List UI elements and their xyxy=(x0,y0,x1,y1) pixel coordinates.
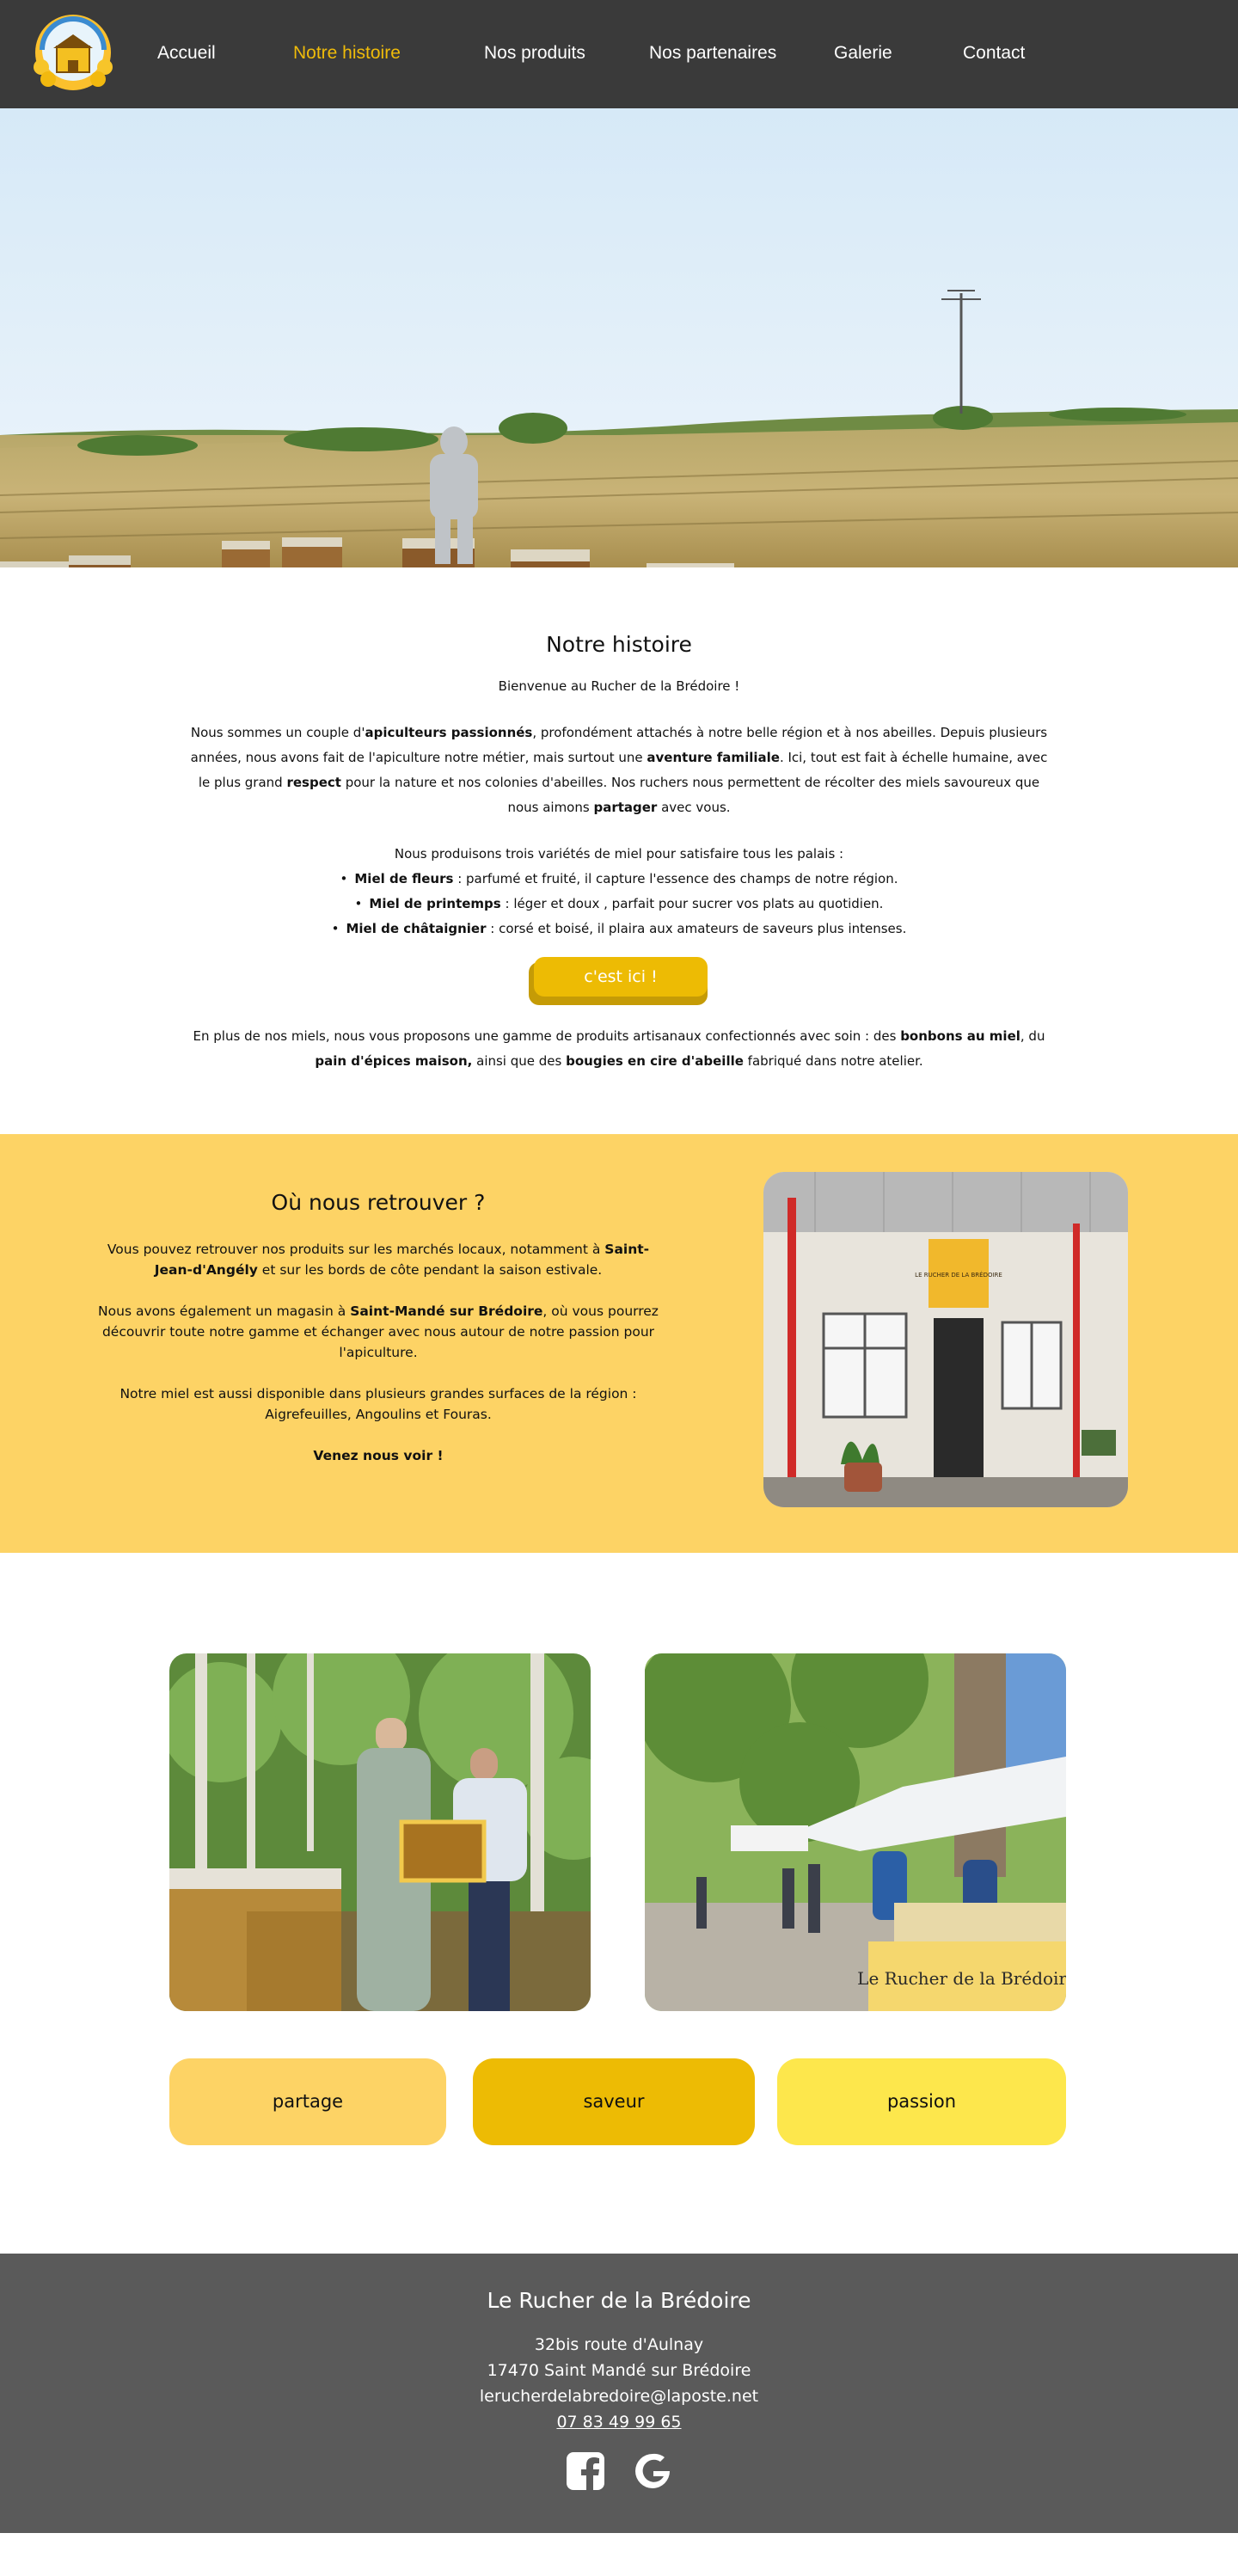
shop-paragraph: Nous avons également un magasin à Saint-… xyxy=(98,1303,659,1360)
come-see-us: Venez nous voir ! xyxy=(313,1448,444,1463)
markets-paragraph: Vous pouvez retrouver nos produits sur l… xyxy=(107,1242,650,1278)
intro-text: Bienvenue au Rucher de la Brédoire ! xyxy=(498,678,740,694)
value-label: saveur xyxy=(583,2091,645,2112)
photos-section: Le Rucher de la Brédoire xyxy=(0,1553,1238,2043)
value-label: passion xyxy=(886,2091,957,2112)
top-navigation: Accueil Notre histoire Nos produits Nos … xyxy=(0,0,1238,108)
nav-link-nos-partenaires[interactable]: Nos partenaires xyxy=(649,43,776,64)
value-card-saveur[interactable]: saveur xyxy=(473,2058,755,2145)
section-title: Où nous retrouver ? xyxy=(271,1190,486,1215)
nav-link-notre-histoire[interactable]: Notre histoire xyxy=(293,43,401,64)
varieties-intro: Nous produisons trois variétés de miel p… xyxy=(394,846,844,862)
value-label: partage xyxy=(272,2091,344,2112)
nav-link-nos-produits[interactable]: Nos produits xyxy=(484,43,585,64)
footer: Le Rucher de la Brédoire 32bis route d'A… xyxy=(0,2254,1238,2533)
couple-paragraph: Nous sommes un couple d'apiculteurs pass… xyxy=(190,725,1048,815)
social-links xyxy=(0,2450,1238,2492)
cta-wrapper: c'est ici ! xyxy=(529,957,709,1005)
shop-sign-text: LE RUCHER DE LA BRÉDOIRE xyxy=(915,1271,1002,1279)
footer-email[interactable]: lerucherdelabredoire@laposte.net xyxy=(0,2383,1238,2409)
market-banner-text: Le Rucher de la Brédoire xyxy=(857,1968,1066,1989)
footer-address-line-1: 32bis route d'Aulnay xyxy=(534,2335,704,2354)
footer-title: Le Rucher de la Brédoire xyxy=(487,2288,751,2313)
market-stall-photo: Le Rucher de la Brédoire xyxy=(645,1653,1066,2011)
retailers-paragraph: Notre miel est aussi disponible dans plu… xyxy=(120,1386,637,1422)
products-cta-button[interactable]: c'est ici ! xyxy=(534,957,708,997)
nav-link-contact[interactable]: Contact xyxy=(963,43,1025,64)
values-section: partage saveur passion xyxy=(0,2043,1238,2254)
section-title: Notre histoire xyxy=(546,632,692,657)
logo[interactable] xyxy=(29,12,117,93)
google-icon[interactable] xyxy=(632,2450,673,2492)
nav-link-galerie[interactable]: Galerie xyxy=(834,43,892,64)
facebook-icon[interactable] xyxy=(565,2450,606,2492)
shop-photo: LE RUCHER DE LA BRÉDOIRE xyxy=(763,1172,1128,1507)
footer-phone-link[interactable]: 07 83 49 99 65 xyxy=(0,2409,1238,2435)
artisan-products-paragraph: En plus de nos miels, nous vous proposon… xyxy=(193,1028,1045,1069)
beekeepers-photo xyxy=(169,1653,591,2011)
footer-address-line-2: 17470 Saint Mandé sur Brédoire xyxy=(487,2361,751,2380)
honey-varieties: Nous produisons trois variétés de miel p… xyxy=(0,842,1238,941)
list-item: Miel de fleurs : parfumé et fruité, il c… xyxy=(332,867,907,892)
nav-link-accueil[interactable]: Accueil xyxy=(157,43,216,64)
notre-histoire-section: Notre histoire Bienvenue au Rucher de la… xyxy=(0,567,1238,1134)
where-to-find-us-section: Où nous retrouver ? Vous pouvez retrouve… xyxy=(0,1134,1238,1553)
hero-image xyxy=(0,108,1238,567)
list-item: Miel de châtaignier : corsé et boisé, il… xyxy=(332,917,906,941)
value-card-partage[interactable]: partage xyxy=(169,2058,446,2145)
value-card-passion[interactable]: passion xyxy=(777,2058,1066,2145)
list-item: Miel de printemps : léger et doux , parf… xyxy=(332,892,907,917)
where-to-find-us-text: Où nous retrouver ? Vous pouvez retrouve… xyxy=(95,1190,662,1487)
